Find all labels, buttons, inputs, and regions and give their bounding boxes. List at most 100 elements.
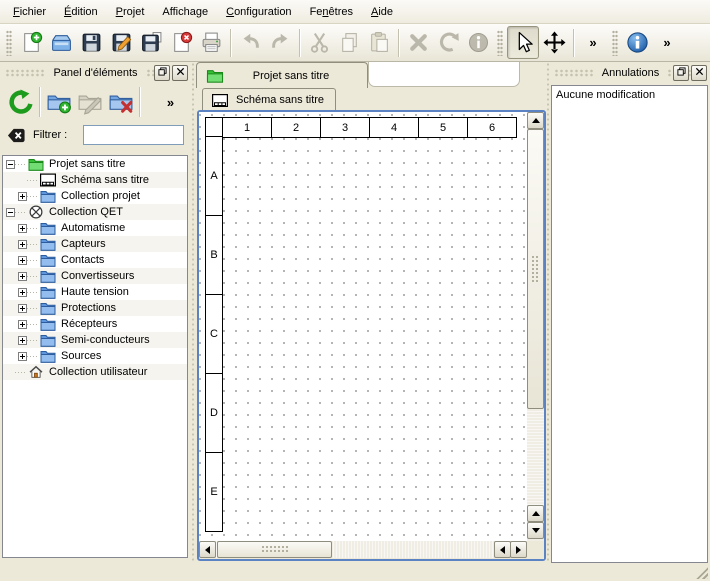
tree-item-label: Récepteurs [61, 318, 117, 330]
new-document-icon [20, 31, 43, 54]
tree-item-automatisme[interactable]: Automatisme [3, 220, 187, 236]
expander-plus-icon[interactable] [18, 352, 27, 361]
tree-item-label: Collection QET [49, 206, 123, 218]
scroll-left-button[interactable] [199, 541, 216, 558]
new-document-button[interactable] [16, 27, 46, 58]
expander-minus-icon[interactable] [6, 208, 15, 217]
resize-grip[interactable] [695, 566, 708, 579]
pan-mode-button[interactable] [539, 27, 569, 58]
expander-plus-icon[interactable] [18, 192, 27, 201]
horizontal-scrollbar[interactable] [199, 541, 527, 558]
tree-item-contacts[interactable]: Contacts [3, 252, 187, 268]
expander-plus-icon[interactable] [18, 336, 27, 345]
expander-plus-icon[interactable] [18, 304, 27, 313]
toolbar-drag-handle-1[interactable] [6, 30, 12, 56]
undo-icon [239, 31, 262, 54]
pointer-icon [512, 31, 535, 54]
column-header-3: 3 [320, 117, 370, 138]
menu-aide[interactable]: Aide [362, 2, 402, 22]
reload-collections-button[interactable] [5, 86, 36, 118]
chevron-double-icon: » [167, 96, 174, 109]
delete-category-button[interactable] [105, 86, 136, 118]
diagram-corner-cell [205, 117, 223, 138]
menu-affichage[interactable]: Affichage [153, 2, 217, 22]
tree-item-label: Automatisme [61, 222, 125, 234]
new-category-button[interactable] [43, 86, 74, 118]
scroll-right-button[interactable] [510, 541, 527, 558]
tree-item-protections[interactable]: Protections [3, 300, 187, 316]
float-panel-button[interactable] [673, 65, 689, 81]
diagram-view[interactable]: 123456 ABCDE [197, 110, 546, 561]
expander-plus-icon[interactable] [18, 272, 27, 281]
tree-item-collection-projet[interactable]: Collection projet [3, 188, 187, 204]
hscroll-thumb[interactable] [217, 541, 332, 558]
toolbar-overflow-1-button[interactable]: » [578, 27, 608, 58]
vscroll-thumb[interactable] [527, 129, 544, 409]
expander-minus-icon[interactable] [6, 160, 15, 169]
expander-plus-icon[interactable] [18, 320, 27, 329]
menu-fenetres[interactable]: Fenêtres [301, 2, 362, 22]
panel-overflow-button[interactable]: » [155, 86, 186, 118]
tree-item-convertisseurs[interactable]: Convertisseurs [3, 268, 187, 284]
blue-folder-icon [39, 252, 56, 268]
tab-schema-sans-titre[interactable]: Schéma sans titre [202, 88, 336, 111]
tree-item-schema-sans-titre[interactable]: Schéma sans titre [3, 172, 187, 188]
tree-item-label: Collection projet [61, 190, 140, 202]
filter-input[interactable] [83, 125, 184, 145]
menu-edition[interactable]: Édition [55, 2, 107, 22]
undo-list[interactable]: Aucune modification [551, 85, 708, 563]
toolbar-drag-handle-2[interactable] [497, 30, 503, 56]
save-as-button[interactable] [106, 27, 136, 58]
tree-item-collection-qet[interactable]: Collection QET [3, 204, 187, 220]
open-document-button[interactable] [46, 27, 76, 58]
tree-item-projet-sans-titre[interactable]: Projet sans titre [3, 156, 187, 172]
scroll-up-button[interactable] [527, 112, 544, 129]
row-header-B: B [205, 215, 223, 295]
tree-item-collection-utilisateur[interactable]: Collection utilisateur [3, 364, 187, 380]
rotate-selection-button [433, 27, 463, 58]
arrow-left-icon [500, 546, 505, 554]
tree-item-recepteurs[interactable]: Récepteurs [3, 316, 187, 332]
diagram-canvas[interactable]: 123456 ABCDE [199, 112, 527, 541]
tree-branch-line [27, 292, 39, 293]
expander-plus-icon[interactable] [18, 224, 27, 233]
elements-tree[interactable]: Projet sans titreSchéma sans titre Collec… [2, 155, 188, 558]
clear-filter-button[interactable] [7, 126, 26, 145]
close-document-button[interactable] [166, 27, 196, 58]
tree-branch-line [27, 308, 39, 309]
tab-projet-sans-titre[interactable]: Projet sans titre [196, 62, 368, 88]
status-bar [0, 563, 710, 581]
tree-branch-line [27, 180, 39, 181]
tree-item-sources[interactable]: Sources [3, 348, 187, 364]
menu-configuration[interactable]: Configuration [217, 2, 300, 22]
tree-item-haute-tension[interactable]: Haute tension [3, 284, 187, 300]
scroll-up-button-2[interactable] [527, 505, 544, 522]
save-button[interactable] [76, 27, 106, 58]
about-qet-button[interactable] [622, 27, 652, 58]
paste-icon [368, 31, 391, 54]
save-all-button[interactable] [136, 27, 166, 58]
scroll-down-button[interactable] [527, 522, 544, 539]
scroll-left-button-2[interactable] [494, 541, 511, 558]
save-all-icon [140, 31, 163, 54]
expander-plus-icon[interactable] [18, 288, 27, 297]
print-button[interactable] [196, 27, 226, 58]
close-panel-button[interactable] [691, 65, 707, 81]
toolbar-drag-handle-3[interactable] [612, 30, 618, 56]
float-panel-button[interactable] [154, 65, 170, 81]
expander-plus-icon[interactable] [18, 256, 27, 265]
undo-list-item[interactable]: Aucune modification [552, 86, 707, 104]
menu-projet[interactable]: Projet [107, 2, 154, 22]
undo-panel-titlebar[interactable]: Annulations [551, 62, 710, 83]
home-icon [27, 364, 44, 380]
expander-plus-icon[interactable] [18, 240, 27, 249]
tree-item-semi-conducteurs[interactable]: Semi-conducteurs [3, 332, 187, 348]
vertical-scrollbar[interactable] [527, 112, 544, 541]
elements-panel-titlebar[interactable]: Panel d'éléments [0, 62, 191, 83]
schema-tab-label: Schéma sans titre [236, 94, 324, 106]
toolbar-overflow-2-button[interactable]: » [652, 27, 682, 58]
close-panel-button[interactable] [172, 65, 188, 81]
menu-fichier[interactable]: Fichier [4, 2, 55, 22]
tree-item-capteurs[interactable]: Capteurs [3, 236, 187, 252]
select-mode-button[interactable] [507, 26, 539, 59]
